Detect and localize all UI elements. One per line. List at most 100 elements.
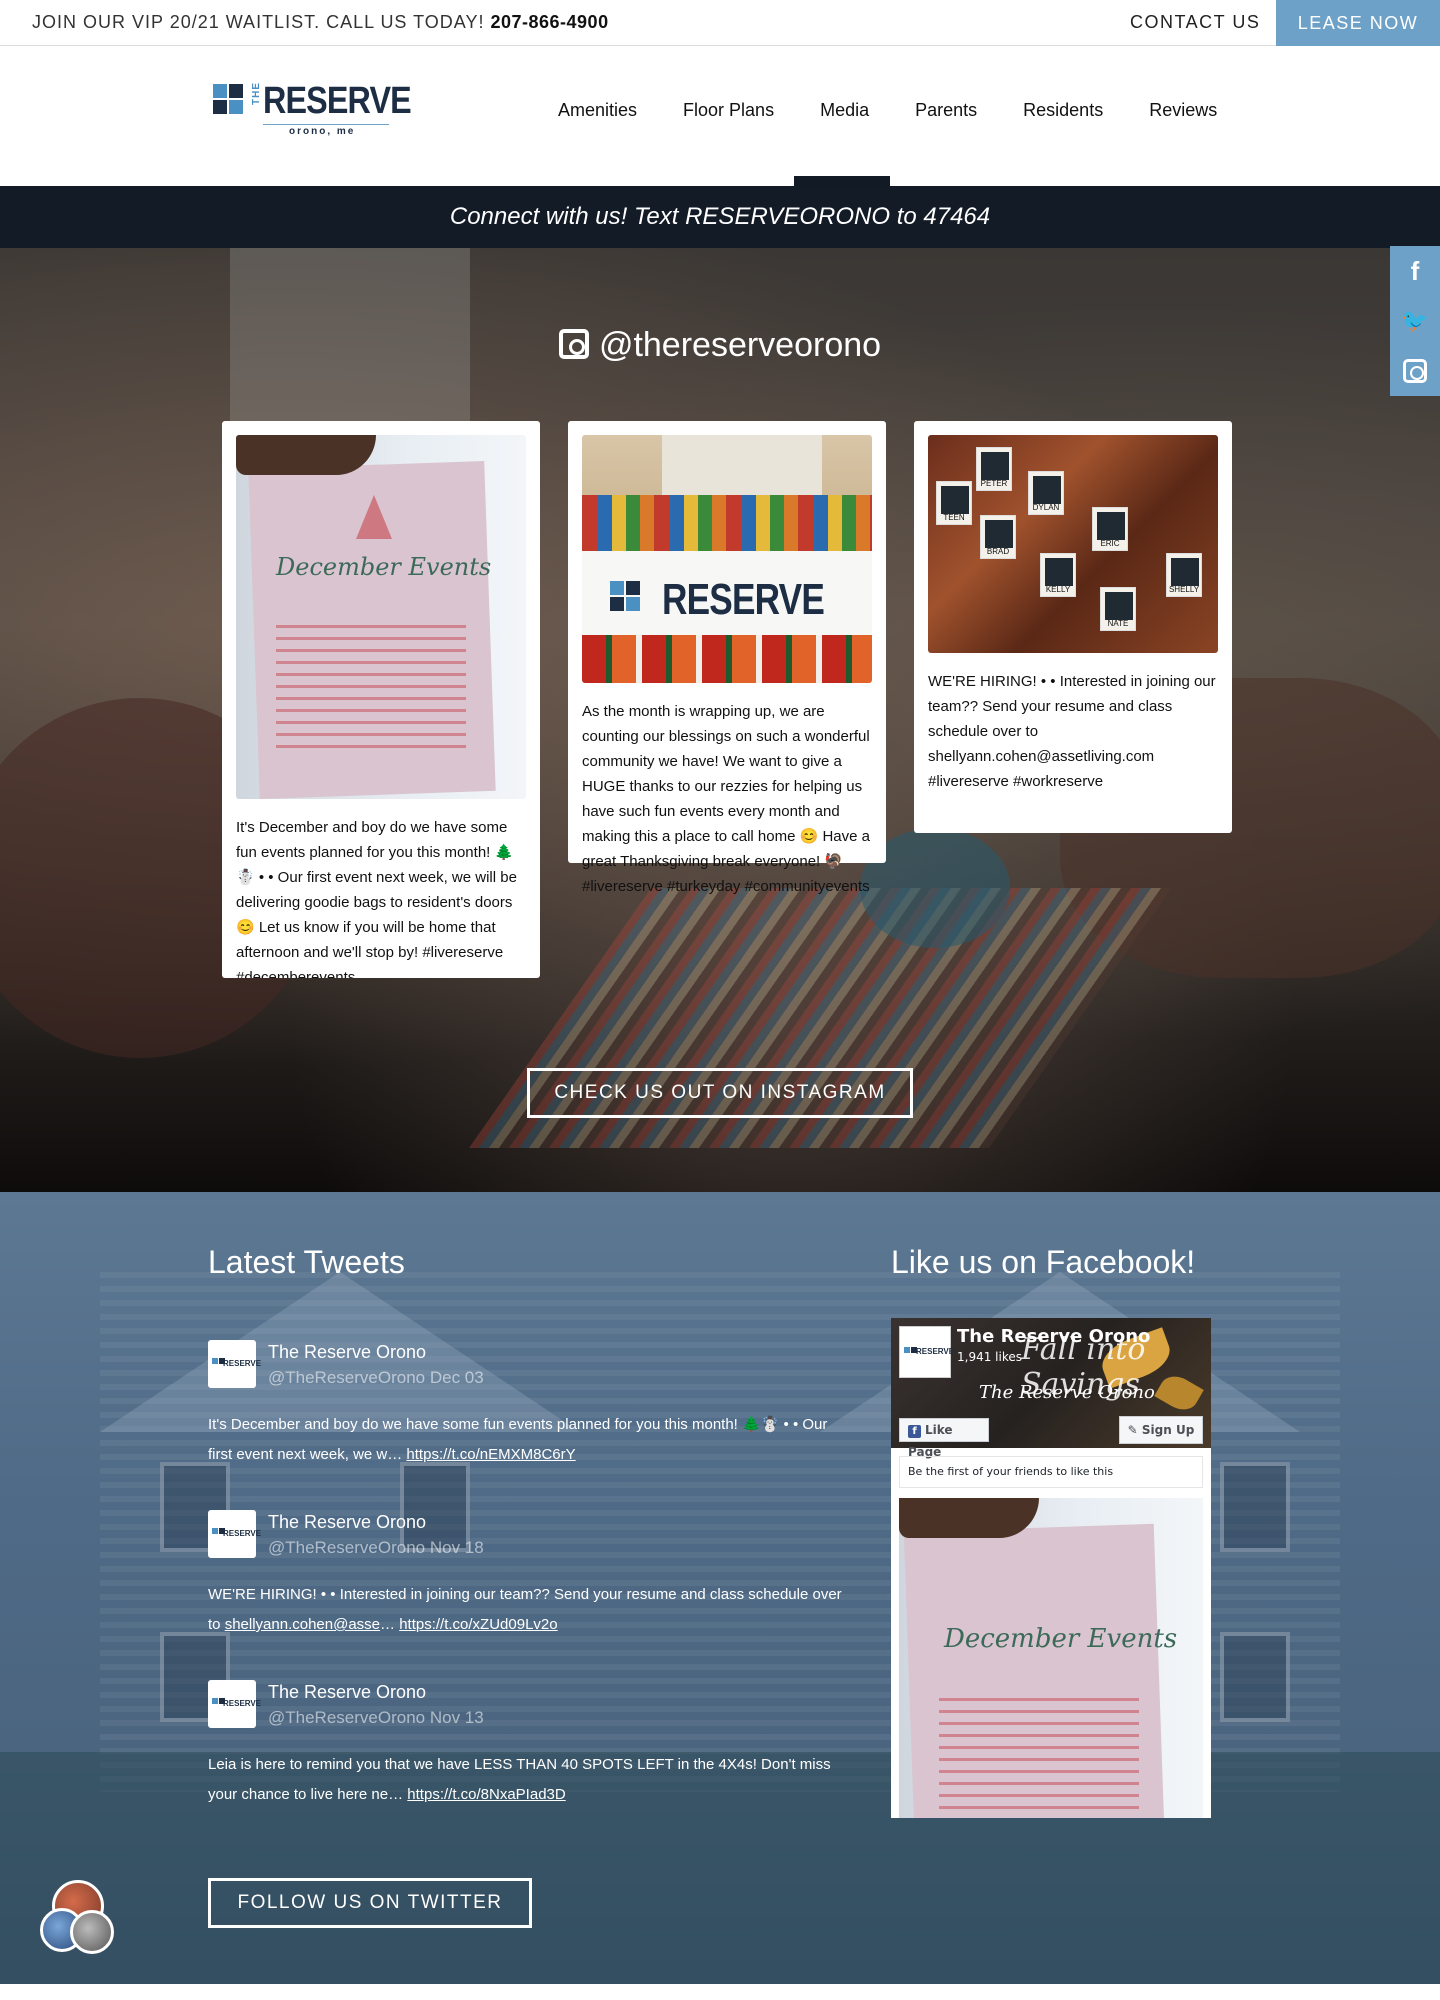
instagram-post-card[interactable]: December Events It's December and boy do… — [222, 421, 540, 978]
facebook-page-avatar[interactable]: RESERVE — [899, 1326, 954, 1378]
polaroid: TEEN — [936, 481, 972, 525]
socks — [582, 635, 872, 683]
flyer-text-lines — [276, 625, 466, 755]
twitter-icon[interactable]: 🐦 — [1390, 296, 1440, 346]
instagram-post-photo: TEEN PETER DYLAN BRAD ERIC KELLY NATE SH… — [928, 435, 1218, 653]
facebook-like-button[interactable]: f Like Page — [899, 1418, 989, 1459]
vip-waitlist-text: JOIN OUR VIP 20/21 WAITLIST. CALL US TOD… — [32, 12, 609, 33]
instagram-post-caption: WE'RE HIRING! • • Interested in joining … — [928, 673, 1216, 790]
contact-us-link[interactable]: CONTACT US — [1130, 12, 1260, 33]
facebook-widget: Fall into Savings The Reserve Orono RESE… — [891, 1318, 1211, 1818]
logo-square — [229, 100, 243, 114]
logo-square — [610, 581, 624, 595]
main-nav: Amenities Floor Plans Media Parents Resi… — [535, 100, 1240, 121]
tweet-link[interactable]: https://t.co/nEMXM8C6rY — [406, 1446, 575, 1463]
site-header: THE RESERVE orono, me Amenities Floor Pl… — [0, 46, 1440, 186]
tweet-avatar[interactable]: RESERVE — [208, 1680, 261, 1728]
facebook-title: Like us on Facebook! — [891, 1244, 1196, 1280]
tablecloth-logo: RESERVE — [662, 575, 825, 624]
polaroid: ERIC — [1092, 507, 1128, 551]
chat-widget[interactable] — [40, 1880, 120, 1960]
instagram-post-caption: It's December and boy do we have some fu… — [236, 819, 517, 978]
tree-icon — [356, 495, 392, 539]
instagram-handle: @thereserveorono — [598, 326, 882, 364]
logo-square — [213, 84, 227, 98]
tweet-author[interactable]: The Reserve Orono — [268, 1512, 426, 1533]
tweet-link[interactable]: https://t.co/xZUd09Lv2o — [399, 1616, 557, 1633]
nav-media[interactable]: Media — [797, 100, 892, 121]
logo-square — [610, 597, 624, 611]
tweet-handle-date: @TheReserveOrono Nov 13 — [268, 1708, 484, 1727]
facebook-post-image[interactable]: December Events — [899, 1498, 1203, 1818]
tweet-author[interactable]: The Reserve Orono — [268, 1342, 426, 1363]
polaroid: NATE — [1100, 587, 1136, 631]
flyer-title: December Events — [276, 553, 492, 581]
page-footer-edge — [0, 1984, 1440, 2000]
nav-floor-plans[interactable]: Floor Plans — [660, 100, 797, 121]
polaroid-label: ERIC — [1100, 539, 1120, 548]
tweet-handle-date: @TheReserveOrono Nov 18 — [268, 1538, 484, 1557]
polaroid-label: NATE — [1107, 619, 1129, 628]
nav-parents[interactable]: Parents — [892, 100, 1000, 121]
facebook-friends-text: Be the first of your friends to like thi… — [899, 1456, 1203, 1488]
nav-amenities[interactable]: Amenities — [535, 100, 660, 121]
nav-reviews[interactable]: Reviews — [1126, 100, 1240, 121]
logo-the: THE — [251, 82, 262, 105]
instagram-post-card[interactable]: RESERVE As the month is wrapping up, we … — [568, 421, 886, 895]
instagram-button[interactable]: CHECK US OUT ON INSTAGRAM — [527, 1068, 913, 1118]
lease-now-button[interactable]: LEASE NOW — [1276, 0, 1440, 46]
logo-wordmark: RESERVE — [263, 80, 412, 122]
latest-tweets-title: Latest Tweets — [208, 1244, 405, 1280]
logo-square — [213, 100, 227, 114]
polaroid-label: PETER — [980, 479, 1008, 488]
tweet-mention-link[interactable]: shellyann.cohen@asse — [225, 1616, 380, 1633]
site-logo[interactable]: THE RESERVE orono, me — [213, 76, 412, 137]
house-window — [1220, 1462, 1290, 1552]
tweet-handle-date: @TheReserveOrono Dec 03 — [268, 1368, 484, 1387]
logo-square — [229, 84, 243, 98]
polaroid: BRAD — [980, 515, 1016, 559]
tweet-link[interactable]: https://t.co/8NxaPIad3D — [407, 1786, 565, 1803]
polaroid-label: BRAD — [986, 547, 1010, 556]
vip-label: JOIN OUR VIP 20/21 WAITLIST. CALL US TOD… — [32, 12, 485, 32]
polaroid: DYLAN — [1028, 471, 1064, 515]
social-sidebar: f 🐦 — [1390, 246, 1440, 396]
polaroid: SHELLY — [1166, 553, 1202, 597]
tweet-avatar[interactable]: RESERVE — [208, 1510, 261, 1558]
polaroid-label: KELLY — [1045, 585, 1071, 594]
logo-square — [626, 581, 640, 595]
instagram-post-card[interactable]: TEEN PETER DYLAN BRAD ERIC KELLY NATE SH… — [914, 421, 1232, 833]
hand — [236, 435, 376, 475]
instagram-post-photo: RESERVE — [582, 435, 872, 683]
flyer-title: December Events — [944, 1624, 1178, 1654]
top-bar: JOIN OUR VIP 20/21 WAITLIST. CALL US TOD… — [0, 0, 1440, 46]
instagram-heading[interactable]: @thereserveorono — [0, 326, 1440, 365]
facebook-cover[interactable]: Fall into Savings The Reserve Orono RESE… — [891, 1318, 1211, 1459]
polaroid-label: DYLAN — [1032, 503, 1060, 512]
phone-number[interactable]: 207-866-4900 — [490, 12, 608, 32]
connect-banner: Connect with us! Text RESERVEORONO to 47… — [0, 186, 1440, 248]
nav-active-indicator — [794, 176, 890, 186]
logo-square — [626, 597, 640, 611]
tweet-author[interactable]: The Reserve Orono — [268, 1682, 426, 1703]
tweet-avatar[interactable]: RESERVE — [208, 1340, 261, 1388]
polaroid-label: TEEN — [943, 513, 965, 522]
hand — [899, 1498, 1039, 1538]
logo-rule — [263, 124, 389, 125]
facebook-signup-button[interactable]: ✎ Sign Up — [1119, 1416, 1203, 1444]
snacks — [582, 495, 872, 551]
polaroid: PETER — [976, 447, 1012, 491]
cover-script: The Reserve Orono — [979, 1382, 1155, 1403]
instagram-post-caption: As the month is wrapping up, we are coun… — [582, 703, 870, 895]
house-window — [1220, 1632, 1290, 1722]
facebook-page-name[interactable]: The Reserve Orono — [957, 1326, 1150, 1347]
polaroid: KELLY — [1040, 553, 1076, 597]
nav-residents[interactable]: Residents — [1000, 100, 1126, 121]
facebook-icon: f — [908, 1425, 921, 1438]
logo-location: orono, me — [289, 126, 356, 137]
tweet-text: It's December and boy do we have some fu… — [208, 1416, 828, 1463]
facebook-icon[interactable]: f — [1390, 246, 1440, 296]
follow-twitter-button[interactable]: FOLLOW US ON TWITTER — [208, 1878, 532, 1928]
instagram-icon[interactable] — [1390, 346, 1440, 396]
flyer-text-lines — [939, 1698, 1139, 1816]
